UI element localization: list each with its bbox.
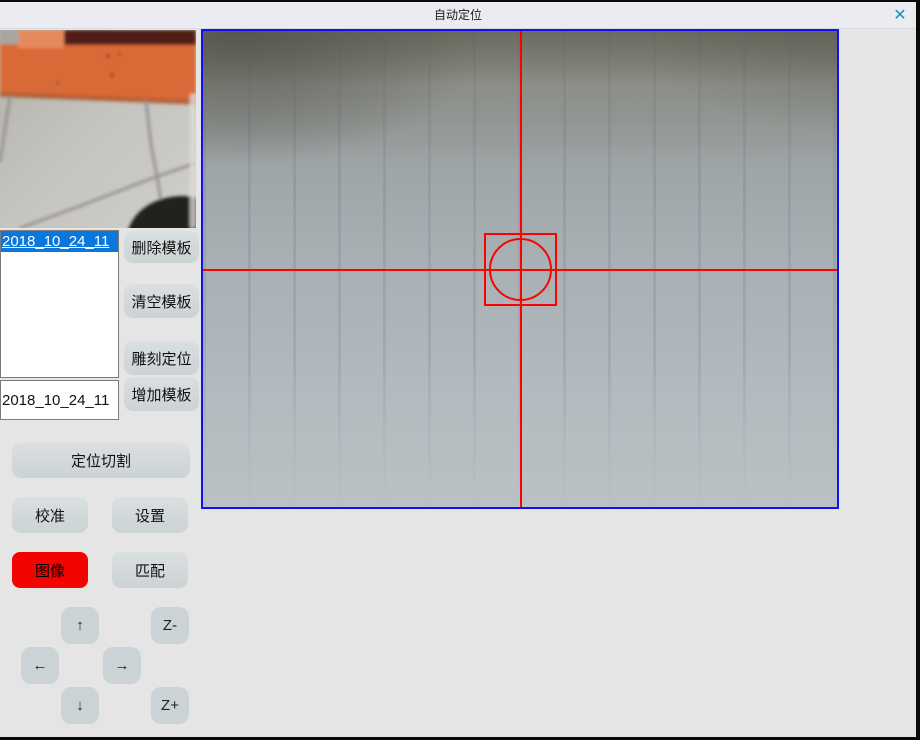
close-icon[interactable]: ✕ (888, 4, 912, 25)
image-button-active[interactable]: 图像 (12, 552, 88, 588)
title-bar: 自动定位 (0, 2, 916, 29)
camera-view[interactable] (201, 29, 839, 509)
position-cut-button[interactable]: 定位切割 (12, 443, 190, 478)
thumbnail-image (0, 30, 196, 228)
settings-button[interactable]: 设置 (112, 497, 188, 533)
auto-position-dialog: 自动定位 ✕ (0, 0, 920, 740)
window-border-right (916, 0, 920, 740)
match-button[interactable]: 匹配 (112, 552, 188, 588)
template-list-item[interactable]: 2018_10_24_11 (1, 231, 118, 252)
jog-right-button[interactable]: → (103, 647, 141, 684)
template-list: 2018_10_24_11 (0, 230, 119, 378)
target-circle-overlay (489, 238, 552, 301)
delete-template-button[interactable]: 删除模板 (124, 231, 199, 263)
clear-templates-button[interactable]: 清空模板 (124, 284, 199, 318)
calibrate-button[interactable]: 校准 (12, 497, 88, 533)
jog-up-button[interactable]: ↑ (61, 607, 99, 644)
jog-down-button[interactable]: ↓ (61, 687, 99, 724)
jog-left-button[interactable]: ← (21, 647, 59, 684)
jog-z-minus-button[interactable]: Z- (151, 607, 189, 644)
add-template-button[interactable]: 增加模板 (124, 377, 199, 411)
template-thumbnail-preview (0, 30, 196, 228)
dialog-title: 自动定位 (0, 2, 916, 29)
jog-z-plus-button[interactable]: Z+ (151, 687, 189, 724)
engrave-position-button[interactable]: 雕刻定位 (124, 341, 199, 375)
window-border-top (0, 0, 920, 2)
template-name-input[interactable] (0, 380, 119, 420)
